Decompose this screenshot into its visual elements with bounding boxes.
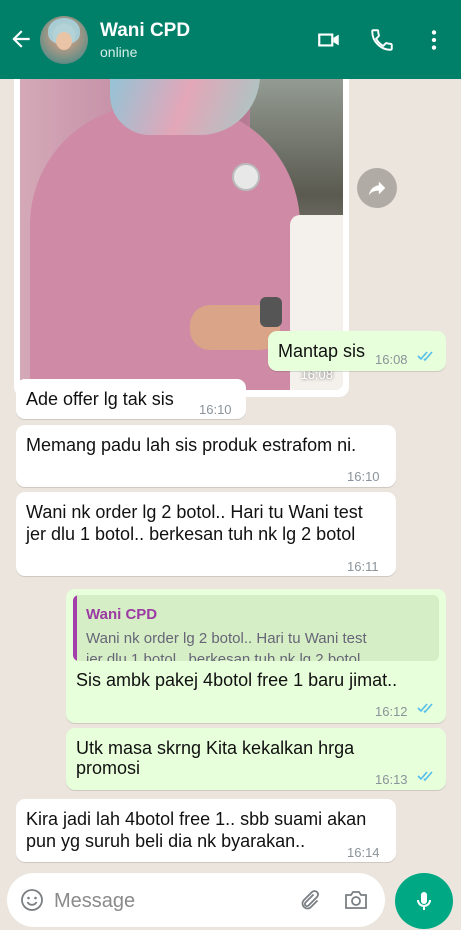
message-time: 16:14 <box>347 845 380 860</box>
incoming-message[interactable]: Ade offer lg tak sis 16:10 <box>16 379 246 419</box>
message-time: 16:13 <box>375 772 408 787</box>
video-call-icon[interactable] <box>316 27 342 53</box>
message-text-line-2: promosi <box>76 758 141 778</box>
message-time: 16:08 <box>375 352 408 367</box>
incoming-message[interactable]: Memang padu lah sis produk estrafom ni. … <box>16 425 396 487</box>
quoted-text-line-1: Wani nk order lg 2 botol.. Hari tu Wani … <box>86 630 367 647</box>
more-vertical-icon[interactable] <box>421 27 447 53</box>
contact-status: online <box>100 44 138 60</box>
message-time: 16:10 <box>347 469 380 484</box>
incoming-message[interactable]: Kira jadi lah 4botol free 1.. sbb suami … <box>16 799 396 862</box>
mic-icon <box>417 892 431 910</box>
attach-icon[interactable] <box>297 888 321 912</box>
message-text-line-1: Kira jadi lah 4botol free 1.. sbb suami … <box>26 809 367 829</box>
chat-header: Wani CPD online <box>0 0 461 79</box>
message-text: Mantap sis <box>278 341 366 361</box>
message-input-box[interactable] <box>7 873 385 927</box>
message-input[interactable] <box>52 886 286 916</box>
voice-record-button[interactable] <box>395 873 453 929</box>
message-text-line-2: pun yg suruh beli dia nk byarakan.. <box>26 831 306 851</box>
quoted-text-line-2: jer dlu 1 botol.. berkesan tuh nk lg 2 b… <box>86 651 361 661</box>
message-text-line-1: Wani nk order lg 2 botol.. Hari tu Wani … <box>26 502 363 522</box>
read-ticks-icon <box>417 703 433 714</box>
composer <box>0 866 461 930</box>
read-ticks-icon <box>417 771 433 782</box>
quoted-message[interactable]: Wani CPD Wani nk order lg 2 botol.. Hari… <box>73 595 439 661</box>
message-time: 16:12 <box>375 704 408 719</box>
read-ticks-icon <box>417 351 433 362</box>
outgoing-message[interactable]: Utk masa skrng Kita kekalkan hrga promos… <box>66 728 446 790</box>
phone-icon[interactable] <box>369 27 395 53</box>
camera-icon[interactable] <box>343 888 369 912</box>
outgoing-message[interactable]: Mantap sis 16:08 <box>268 331 446 371</box>
message-list[interactable]: 16:08 Mantap sis 16:08 Ade offer lg tak … <box>0 79 461 866</box>
forward-button[interactable] <box>357 168 397 208</box>
outgoing-reply-message[interactable]: Wani CPD Wani nk order lg 2 botol.. Hari… <box>66 589 446 723</box>
message-time: 16:10 <box>199 402 232 417</box>
forward-icon <box>368 181 386 196</box>
back-arrow-icon[interactable] <box>8 26 34 52</box>
message-text-line-2: jer dlu 1 botol.. berkesan tuh nk lg 2 b… <box>26 524 356 544</box>
avatar[interactable] <box>40 16 88 64</box>
message-text: Ade offer lg tak sis <box>26 389 174 409</box>
message-text: Memang padu lah sis produk estrafom ni. <box>26 435 357 455</box>
emoji-icon[interactable] <box>20 888 44 912</box>
quoted-author: Wani CPD <box>86 606 158 623</box>
message-text: Sis ambk pakej 4botol free 1 baru jimat.… <box>76 670 398 690</box>
incoming-message[interactable]: Wani nk order lg 2 botol.. Hari tu Wani … <box>16 492 396 576</box>
message-time: 16:11 <box>347 559 379 574</box>
contact-name[interactable]: Wani CPD <box>100 20 190 42</box>
